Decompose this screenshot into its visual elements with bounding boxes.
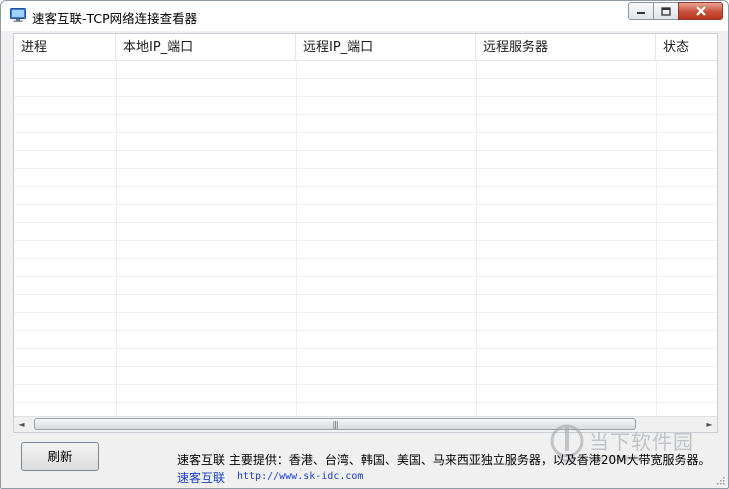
column-divider: [116, 61, 117, 421]
website-link[interactable]: http://www.sk-idc.com: [237, 471, 363, 482]
close-icon: [695, 6, 706, 16]
column-divider: [476, 61, 477, 421]
maximize-button[interactable]: [653, 2, 679, 20]
resize-grip-icon[interactable]: [716, 476, 725, 485]
column-divider: [656, 61, 657, 421]
app-window: 速客互联-TCP网络连接查看器 进程 本地IP_端口 远程IP_端口 远程服务器…: [0, 0, 729, 489]
monitor-icon: [10, 8, 26, 22]
column-header-remote-server[interactable]: 远程服务器: [476, 34, 656, 60]
close-button[interactable]: [678, 2, 723, 20]
maximize-icon: [661, 6, 671, 16]
connection-list[interactable]: 进程 本地IP_端口 远程IP_端口 远程服务器 状态 ◄ ||| ►: [13, 33, 718, 433]
scroll-left-arrow[interactable]: ◄: [14, 417, 29, 432]
scroll-grip: |||: [332, 420, 338, 429]
title-bar[interactable]: 速客互联-TCP网络连接查看器: [1, 1, 728, 31]
company-link[interactable]: 速客互联: [177, 469, 225, 486]
column-header-local-ip[interactable]: 本地IP_端口: [116, 34, 296, 60]
minimize-icon: [637, 12, 645, 14]
refresh-button[interactable]: 刷新: [21, 442, 99, 471]
column-header-status[interactable]: 状态: [656, 34, 717, 60]
list-rows: [14, 61, 717, 421]
scroll-thumb[interactable]: |||: [34, 418, 636, 430]
minimize-button[interactable]: [628, 2, 654, 20]
column-header-process[interactable]: 进程: [14, 34, 116, 60]
info-text: 速客互联 主要提供：香港、台湾、韩国、美国、马来西亚独立服务器，以及香港20M大…: [177, 453, 711, 467]
window-title: 速客互联-TCP网络连接查看器: [32, 11, 198, 26]
window-controls: [628, 2, 723, 22]
list-header: 进程 本地IP_端口 远程IP_端口 远程服务器 状态: [14, 34, 717, 61]
column-header-remote-ip[interactable]: 远程IP_端口: [296, 34, 476, 60]
column-divider: [296, 61, 297, 421]
